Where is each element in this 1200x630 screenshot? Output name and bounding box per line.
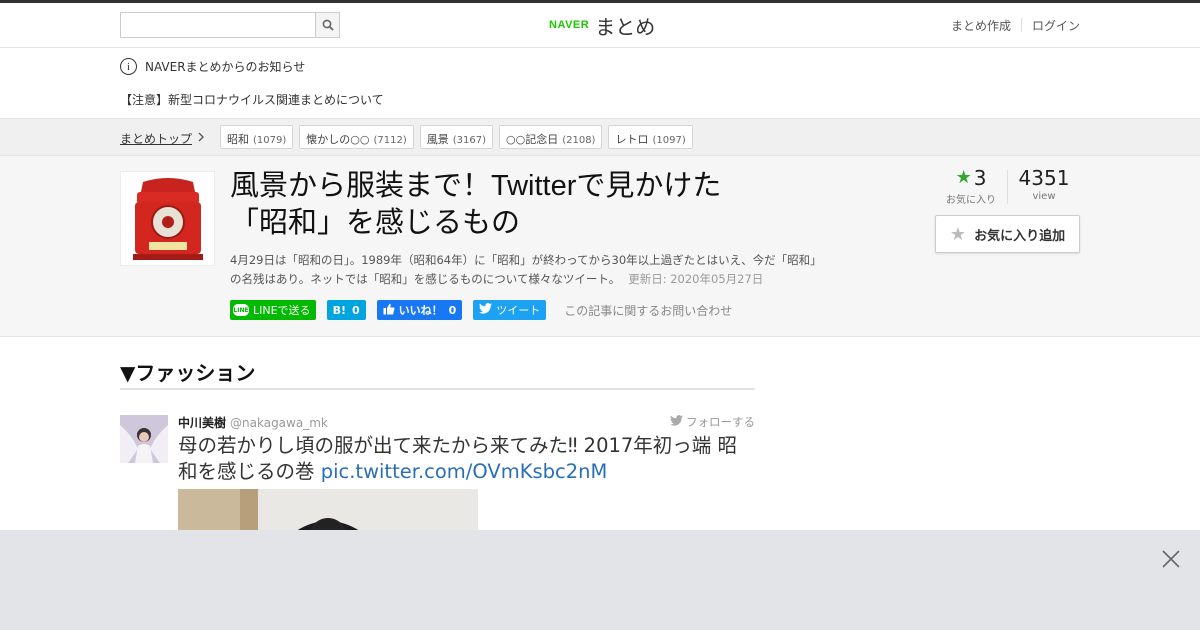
header-divider: [1020, 18, 1022, 32]
breadcrumb[interactable]: まとめトップ: [120, 130, 204, 147]
facebook-like-button[interactable]: いいね！ 0: [376, 300, 463, 320]
tag-count: (1097): [652, 135, 686, 146]
tweet-author[interactable]: 中川美樹 @nakagawa_mk: [178, 414, 328, 431]
tag-list: 昭和 (1079) 懐かしの○○ (7112) 風景 (3167) ○○記念日 (210…: [220, 125, 699, 149]
search-input[interactable]: [121, 13, 315, 37]
star-icon: ★: [955, 167, 972, 188]
tweet-pic-link[interactable]: pic.twitter.com/OVmKsbc2nM: [321, 460, 608, 483]
breadcrumb-top: まとめトップ: [120, 132, 193, 146]
notice-title[interactable]: i NAVERまとめからのお知らせ: [120, 58, 305, 75]
follow-label: フォローする: [686, 415, 755, 429]
header-links: まとめ作成 ログイン: [951, 17, 1080, 34]
hatena-icon: B!: [332, 303, 346, 317]
favorites-stat: ★ 3 お気に入り: [935, 166, 1007, 210]
views-count: 4351: [1018, 166, 1070, 190]
tag-name: 懐かしの○○: [306, 133, 370, 146]
chevron-right-icon: [198, 132, 204, 145]
section-heading: ▼ファッション: [120, 357, 755, 390]
favorites-count: 3: [973, 166, 987, 190]
tag-item[interactable]: 昭和 (1079): [220, 125, 294, 149]
line-icon: LINE: [233, 304, 249, 316]
tag-item[interactable]: レトロ (1097): [608, 125, 693, 149]
hatena-count: 0: [351, 303, 360, 317]
tag-count: (7112): [373, 135, 407, 146]
logo-naver: NAVER: [549, 19, 590, 31]
ad-overlay: [0, 530, 1200, 630]
tweet-button[interactable]: ツイート: [473, 300, 547, 320]
create-matome-link[interactable]: まとめ作成: [951, 17, 1011, 34]
tag-item[interactable]: ○○記念日 (2108): [499, 125, 603, 149]
twitter-bird-icon: [670, 415, 683, 429]
article-header: 風景から服装まで！Twitterで見かけた 「昭和」を感じるもの 4月29日は「…: [0, 156, 1200, 337]
line-share-button[interactable]: LINE LINEで送る: [230, 300, 316, 320]
search-icon: [322, 16, 334, 35]
avatar-image: [120, 415, 168, 463]
tag-count: (1079): [253, 135, 287, 146]
red-telephone-icon: [121, 172, 214, 265]
article-stats: ★ 3 お気に入り 4351 view: [935, 166, 1080, 210]
tag-item[interactable]: 風景 (3167): [419, 125, 493, 149]
article-title-line: 風景から服装まで！Twitterで見かけた: [230, 170, 722, 202]
avatar[interactable]: [120, 415, 168, 463]
article-title-line: 「昭和」を感じるもの: [230, 207, 521, 239]
logo-matome: まとめ: [595, 14, 656, 39]
tweet-text: 母の若かりし頃の服が出て来たから来てみた‼ 2017年初っ端 昭和を感じるの巻 …: [178, 433, 755, 485]
facebook-count: 0: [448, 303, 457, 317]
tweet-handle: @nakagawa_mk: [230, 416, 328, 430]
favorites-label: お気に入り: [946, 195, 996, 206]
tag-count: (3167): [452, 135, 486, 146]
info-icon: i: [120, 58, 137, 75]
tag-bar: まとめトップ 昭和 (1079) 懐かしの○○ (7112) 風景 (3167) ○○…: [0, 118, 1200, 156]
follow-button[interactable]: フォローする: [670, 414, 755, 430]
tweet-author-name: 中川美樹: [178, 416, 227, 430]
notice-title-text: NAVERまとめからのお知らせ: [145, 60, 306, 74]
views-label: view: [1032, 191, 1056, 202]
facebook-label: いいね！: [398, 304, 443, 317]
search-box: [120, 12, 340, 38]
star-outline-icon: ★: [949, 223, 967, 245]
tweet-label: ツイート: [496, 304, 541, 317]
close-icon[interactable]: [1160, 548, 1182, 570]
thumbs-up-icon: [383, 303, 395, 318]
article-description: 4月29日は「昭和の日」。1989年（昭和64年）に「昭和」が終わってから30年…: [230, 251, 830, 289]
tag-name: 風景: [426, 133, 449, 146]
article-thumbnail[interactable]: [120, 171, 215, 266]
views-stat: 4351 view: [1008, 166, 1080, 210]
line-label: LINEで送る: [253, 304, 311, 317]
twitter-bird-icon: [479, 303, 493, 317]
updated-date: 更新日: 2020年05月27日: [628, 272, 764, 286]
site-header: NAVER まとめ まとめ作成 ログイン: [0, 3, 1200, 48]
notice-link[interactable]: 【注意】新型コロナウイルス関連まとめについて: [120, 91, 384, 108]
hatena-bookmark-button[interactable]: B! 0: [326, 300, 366, 320]
search-button[interactable]: [315, 13, 339, 37]
login-link[interactable]: ログイン: [1032, 17, 1080, 34]
tag-name: レトロ: [615, 133, 649, 146]
article-title: 風景から服装まで！Twitterで見かけた 「昭和」を感じるもの: [230, 168, 830, 242]
contact-link[interactable]: この記事に関するお問い合わせ: [564, 302, 732, 319]
tag-count: (2108): [562, 135, 596, 146]
add-favorite-button[interactable]: ★ お気に入り追加: [935, 215, 1080, 253]
tag-item[interactable]: 懐かしの○○ (7112): [299, 125, 414, 149]
tag-name: ○○記念日: [506, 133, 559, 146]
add-favorite-label: お気に入り追加: [974, 228, 1066, 244]
site-logo[interactable]: NAVER まとめ: [549, 11, 655, 39]
share-bar: LINE LINEで送る B! 0 いいね！ 0 ツイート この記事に関するお問…: [230, 300, 732, 320]
notice-area: i NAVERまとめからのお知らせ 【注意】新型コロナウイルス関連まとめについて: [0, 48, 1200, 118]
tag-name: 昭和: [227, 133, 249, 146]
